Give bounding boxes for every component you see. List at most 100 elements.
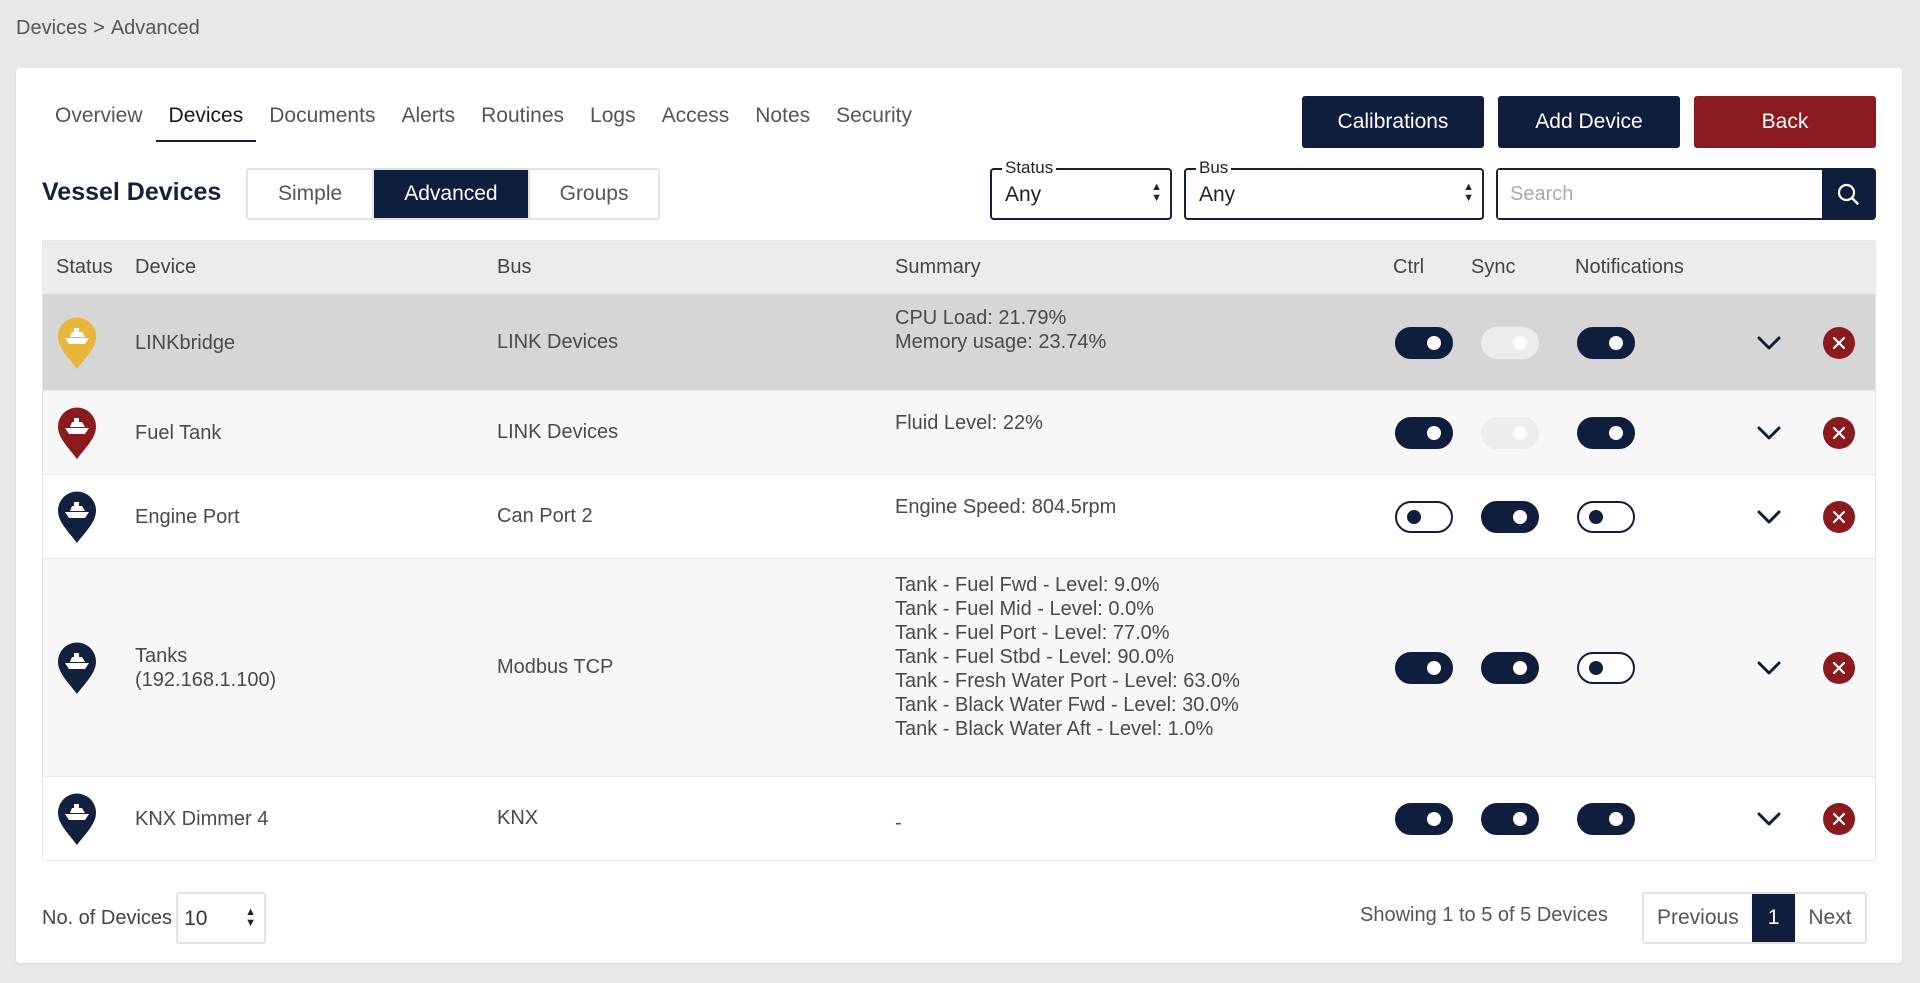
page-1-button[interactable]: 1 <box>1751 894 1796 942</box>
device-name: Fuel Tank <box>135 422 222 444</box>
device-bus: LINK Devices <box>497 330 619 353</box>
toggle-knob <box>1427 661 1441 675</box>
ctrl-toggle-cell <box>1395 803 1453 835</box>
tab-alerts[interactable]: Alerts <box>388 104 468 142</box>
header-summary: Summary <box>895 255 981 278</box>
device-summary: - <box>895 812 902 834</box>
bus-filter-label: Bus <box>1196 158 1232 178</box>
nav-tabs: Overview Devices Documents Alerts Routin… <box>42 104 925 142</box>
ctrl-toggle-cell <box>1395 652 1453 684</box>
ctrl-toggle[interactable] <box>1395 326 1453 359</box>
device-summary: CPU Load: 21.79% Memory usage: 23.74% <box>895 307 1107 353</box>
tab-access[interactable]: Access <box>649 104 743 142</box>
notifications-toggle[interactable] <box>1577 417 1635 449</box>
expand-row-button[interactable] <box>1755 654 1783 688</box>
chevron-down-icon <box>1757 812 1781 826</box>
toggle-knob <box>1589 661 1603 675</box>
device-bus: Can Port 2 <box>497 505 593 527</box>
ctrl-toggle[interactable] <box>1395 652 1453 684</box>
search-button[interactable] <box>1822 170 1874 218</box>
tab-documents[interactable]: Documents <box>256 104 388 142</box>
boat-marker-icon <box>58 642 96 694</box>
sync-toggle[interactable] <box>1481 652 1539 684</box>
expand-row-button[interactable] <box>1755 805 1783 839</box>
ctrl-toggle[interactable] <box>1395 417 1453 449</box>
table-row[interactable]: Engine Port Can Port 2 Engine Speed: 804.5… <box>43 474 1875 558</box>
toggle-knob <box>1427 812 1441 826</box>
tab-overview[interactable]: Overview <box>42 104 156 142</box>
status-marker <box>57 317 97 377</box>
breadcrumb-root[interactable]: Devices <box>16 17 87 39</box>
notifications-toggle[interactable] <box>1577 326 1635 359</box>
add-device-button[interactable]: Add Device <box>1498 96 1680 148</box>
table-body: LINKbridge LINK Devices CPU Load: 21.79% M… <box>43 293 1875 860</box>
header-ctrl: Ctrl <box>1393 255 1425 278</box>
table-row[interactable]: KNX Dimmer 4 KNX - <box>43 776 1875 860</box>
notifications-toggle[interactable] <box>1577 803 1635 835</box>
per-page-control: No. of Devices 10 ▲ ▼ <box>42 892 267 944</box>
table-row[interactable]: LINKbridge LINK Devices CPU Load: 21.79% M… <box>43 293 1875 390</box>
device-name: KNX Dimmer 4 <box>135 808 269 830</box>
ctrl-toggle[interactable] <box>1395 501 1453 533</box>
close-circle-icon <box>1823 501 1855 533</box>
search-box <box>1496 168 1876 220</box>
per-page-label: No. of Devices <box>42 906 173 929</box>
expand-row-button[interactable] <box>1755 503 1783 537</box>
delete-device-button[interactable] <box>1823 326 1855 359</box>
breadcrumb: Devices > Advanced <box>16 17 200 40</box>
notifications-toggle-cell <box>1577 417 1635 449</box>
toggle-knob <box>1609 812 1623 826</box>
per-page-select[interactable]: 10 ▲ ▼ <box>176 892 267 944</box>
expand-row-button[interactable] <box>1755 419 1783 453</box>
status-marker <box>57 491 97 551</box>
boat-marker-icon <box>58 317 96 369</box>
bus-filter-select[interactable]: Bus Any ▲ ▼ <box>1184 158 1484 220</box>
select-arrows-icon: ▲ ▼ <box>1463 181 1474 204</box>
tab-routines[interactable]: Routines <box>468 104 577 142</box>
notifications-toggle-cell <box>1577 326 1635 359</box>
table-row[interactable]: Tanks (192.168.1.100) Modbus TCP Tank - Fu… <box>43 558 1875 776</box>
sync-toggle[interactable] <box>1481 501 1539 533</box>
delete-device-button[interactable] <box>1823 652 1855 684</box>
view-simple-button[interactable]: Simple <box>248 170 373 218</box>
expand-row-button[interactable] <box>1755 329 1783 363</box>
toggle-knob <box>1427 426 1441 440</box>
next-page-button[interactable]: Next <box>1795 894 1864 942</box>
sync-toggle[interactable] <box>1481 417 1539 449</box>
tab-devices[interactable]: Devices <box>155 104 257 142</box>
notifications-toggle[interactable] <box>1577 652 1635 684</box>
close-circle-icon <box>1823 652 1855 684</box>
view-advanced-button[interactable]: Advanced <box>372 170 528 218</box>
toggle-knob <box>1513 510 1527 524</box>
toggle-knob <box>1513 426 1527 440</box>
view-groups-button[interactable]: Groups <box>527 170 659 218</box>
header-device: Device <box>135 255 197 278</box>
sync-toggle[interactable] <box>1481 326 1539 359</box>
boat-marker-icon <box>58 793 96 845</box>
sync-toggle-cell <box>1481 501 1539 533</box>
table-row[interactable]: Fuel Tank LINK Devices Fluid Level: 22% <box>43 390 1875 474</box>
chevron-down-icon <box>1757 336 1781 349</box>
calibrations-button[interactable]: Calibrations <box>1302 96 1484 148</box>
delete-device-button[interactable] <box>1823 501 1855 533</box>
boat-marker-icon <box>58 407 96 459</box>
delete-device-button[interactable] <box>1823 803 1855 835</box>
notifications-toggle[interactable] <box>1577 501 1635 533</box>
status-filter-select[interactable]: Status Any ▲ ▼ <box>990 158 1172 220</box>
status-marker <box>57 793 97 853</box>
tab-security[interactable]: Security <box>823 104 925 142</box>
previous-page-button[interactable]: Previous <box>1644 894 1752 942</box>
back-button[interactable]: Back <box>1694 96 1876 148</box>
status-filter-label: Status <box>1002 158 1057 178</box>
tab-notes[interactable]: Notes <box>742 104 823 142</box>
tab-logs[interactable]: Logs <box>577 104 649 142</box>
ctrl-toggle[interactable] <box>1395 803 1453 835</box>
search-input[interactable] <box>1498 170 1822 218</box>
status-filter-value: Any <box>1005 183 1042 206</box>
device-bus: LINK Devices <box>497 421 619 443</box>
action-buttons: Calibrations Add Device Back <box>1302 96 1876 148</box>
sync-toggle[interactable] <box>1481 803 1539 835</box>
devices-table: Status Device Bus Summary Ctrl Sync Noti… <box>42 240 1876 861</box>
delete-device-button[interactable] <box>1823 417 1855 449</box>
device-bus: Modbus TCP <box>497 656 614 678</box>
